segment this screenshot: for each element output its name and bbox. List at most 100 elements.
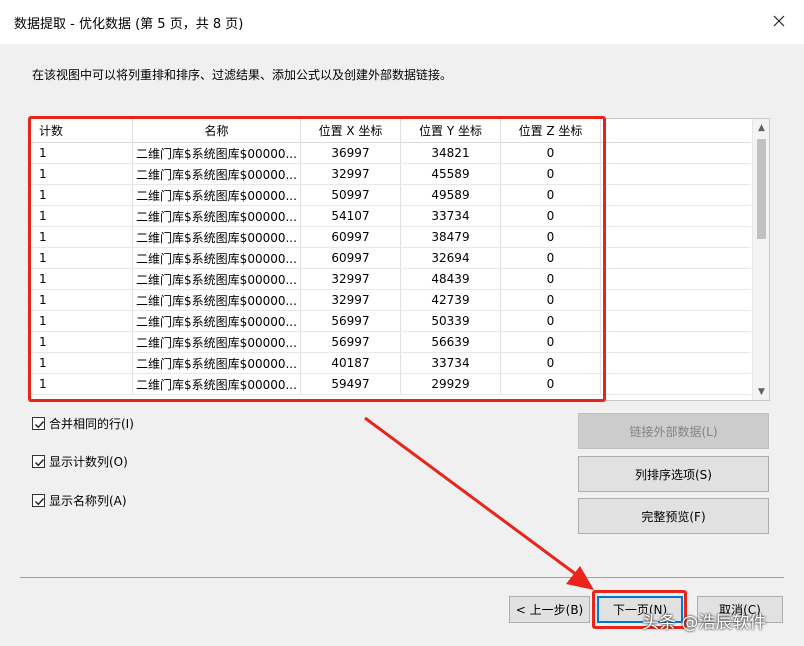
cell-name: 二维门库$系统图库$00000... <box>133 143 301 163</box>
merge-rows-label: 合并相同的行(I) <box>49 416 134 431</box>
table-row[interactable]: 1 二维门库$系统图库$00000... 54107 33734 0 <box>31 206 751 227</box>
cell-x: 32997 <box>301 164 401 184</box>
table-row[interactable]: 1 二维门库$系统图库$00000... 32997 48439 0 <box>31 269 751 290</box>
table-row[interactable]: 1 二维门库$系统图库$00000... 32997 45589 0 <box>31 164 751 185</box>
table-row[interactable]: 1 二维门库$系统图库$00000... 36997 34821 0 <box>31 143 751 164</box>
merge-rows-checkbox[interactable]: 合并相同的行(I) <box>32 414 134 432</box>
vertical-scrollbar[interactable]: ▲ ▼ <box>752 119 769 400</box>
cell-x: 54107 <box>301 206 401 226</box>
cell-name: 二维门库$系统图库$00000... <box>133 353 301 373</box>
column-header-name[interactable]: 名称 <box>133 119 301 142</box>
grid-header-row: 计数 名称 位置 X 坐标 位置 Y 坐标 位置 Z 坐标 <box>31 119 751 143</box>
cell-x: 56997 <box>301 311 401 331</box>
cell-x: 36997 <box>301 143 401 163</box>
cell-name: 二维门库$系统图库$00000... <box>133 185 301 205</box>
cell-y: 48439 <box>401 269 501 289</box>
table-row[interactable]: 1 二维门库$系统图库$00000... 32997 42739 0 <box>31 290 751 311</box>
cell-y: 33734 <box>401 353 501 373</box>
cell-z: 0 <box>501 332 601 352</box>
cell-y: 42739 <box>401 290 501 310</box>
scroll-down-icon[interactable]: ▼ <box>753 383 769 400</box>
cell-y: 56639 <box>401 332 501 352</box>
cell-z: 0 <box>501 290 601 310</box>
cell-filler <box>601 185 751 205</box>
column-header-filler <box>601 119 751 142</box>
grid-table: 计数 名称 位置 X 坐标 位置 Y 坐标 位置 Z 坐标 1 二维门库$系统图库… <box>31 119 751 395</box>
cell-count: 1 <box>31 353 133 373</box>
table-row[interactable]: 1 二维门库$系统图库$00000... 40187 33734 0 <box>31 353 751 374</box>
column-header-z[interactable]: 位置 Z 坐标 <box>501 119 601 142</box>
cell-y: 49589 <box>401 185 501 205</box>
column-header-x[interactable]: 位置 X 坐标 <box>301 119 401 142</box>
cell-x: 59497 <box>301 374 401 394</box>
table-row[interactable]: 1 二维门库$系统图库$00000... 56997 56639 0 <box>31 332 751 353</box>
cell-filler <box>601 269 751 289</box>
cell-count: 1 <box>31 206 133 226</box>
table-row[interactable]: 1 二维门库$系统图库$00000... 56997 50339 0 <box>31 311 751 332</box>
cell-z: 0 <box>501 164 601 184</box>
table-row[interactable]: 1 二维门库$系统图库$00000... 59497 29929 0 <box>31 374 751 395</box>
checkmark-icon <box>35 420 45 428</box>
cell-filler <box>601 227 751 247</box>
scroll-up-icon[interactable]: ▲ <box>753 119 769 136</box>
cell-x: 40187 <box>301 353 401 373</box>
cell-z: 0 <box>501 311 601 331</box>
checkbox-box[interactable] <box>32 416 45 430</box>
cell-name: 二维门库$系统图库$00000... <box>133 269 301 289</box>
cell-z: 0 <box>501 143 601 163</box>
cell-x: 32997 <box>301 269 401 289</box>
close-button[interactable] <box>764 6 794 36</box>
cell-z: 0 <box>501 353 601 373</box>
cell-count: 1 <box>31 311 133 331</box>
cell-count: 1 <box>31 269 133 289</box>
column-header-y[interactable]: 位置 Y 坐标 <box>401 119 501 142</box>
cell-filler <box>601 311 751 331</box>
scroll-thumb[interactable] <box>757 139 766 239</box>
cell-name: 二维门库$系统图库$00000... <box>133 332 301 352</box>
title-bar: 数据提取 - 优化数据 (第 5 页，共 8 页) <box>0 0 804 44</box>
cell-name: 二维门库$系统图库$00000... <box>133 227 301 247</box>
cell-count: 1 <box>31 374 133 394</box>
cell-y: 38479 <box>401 227 501 247</box>
cell-filler <box>601 206 751 226</box>
show-name-label: 显示名称列(A) <box>49 493 127 508</box>
grid-rows: 1 二维门库$系统图库$00000... 36997 34821 0 1 二维门库$系统图库… <box>31 143 751 395</box>
table-row[interactable]: 1 二维门库$系统图库$00000... 50997 49589 0 <box>31 185 751 206</box>
cell-filler <box>601 248 751 268</box>
close-icon <box>773 15 785 27</box>
cell-filler <box>601 353 751 373</box>
table-row[interactable]: 1 二维门库$系统图库$00000... 60997 32694 0 <box>31 248 751 269</box>
show-name-checkbox[interactable]: 显示名称列(A) <box>32 491 127 509</box>
cell-y: 32694 <box>401 248 501 268</box>
checkbox-box[interactable] <box>32 454 45 468</box>
cell-x: 50997 <box>301 185 401 205</box>
cell-z: 0 <box>501 227 601 247</box>
cell-filler <box>601 374 751 394</box>
table-row[interactable]: 1 二维门库$系统图库$00000... 60997 38479 0 <box>31 227 751 248</box>
column-sort-options-button[interactable]: 列排序选项(S) <box>578 456 769 492</box>
full-preview-button[interactable]: 完整预览(F) <box>578 498 769 534</box>
cell-y: 45589 <box>401 164 501 184</box>
show-count-checkbox[interactable]: 显示计数列(O) <box>32 452 128 470</box>
link-external-data-button[interactable]: 链接外部数据(L) <box>578 413 769 449</box>
column-header-count[interactable]: 计数 <box>31 119 133 142</box>
cell-name: 二维门库$系统图库$00000... <box>133 206 301 226</box>
data-grid[interactable]: 计数 名称 位置 X 坐标 位置 Y 坐标 位置 Z 坐标 1 二维门库$系统图库… <box>30 118 770 401</box>
cell-count: 1 <box>31 227 133 247</box>
footer-divider <box>20 577 784 578</box>
cell-x: 56997 <box>301 332 401 352</box>
back-button[interactable]: < 上一步(B) <box>509 596 590 623</box>
cell-x: 60997 <box>301 248 401 268</box>
cell-name: 二维门库$系统图库$00000... <box>133 374 301 394</box>
cell-y: 33734 <box>401 206 501 226</box>
checkmark-icon <box>35 458 45 466</box>
cell-z: 0 <box>501 185 601 205</box>
checkbox-box[interactable] <box>32 493 45 507</box>
cell-count: 1 <box>31 164 133 184</box>
checkmark-icon <box>35 497 45 505</box>
cell-name: 二维门库$系统图库$00000... <box>133 248 301 268</box>
cell-y: 50339 <box>401 311 501 331</box>
cell-filler <box>601 332 751 352</box>
cell-z: 0 <box>501 374 601 394</box>
cell-y: 34821 <box>401 143 501 163</box>
